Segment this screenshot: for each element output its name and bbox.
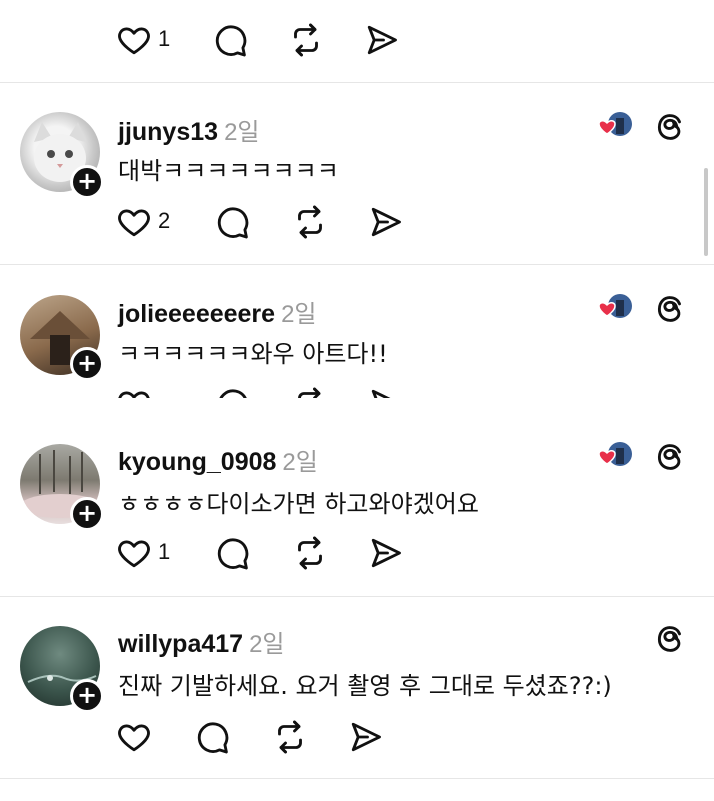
username-line: jjunys13 2일: [118, 112, 260, 147]
username-line: jolieeeeeeere 2일: [118, 294, 317, 329]
heart-icon[interactable]: [116, 535, 152, 571]
threads-logo-icon[interactable]: [655, 624, 685, 654]
threads-logo-icon[interactable]: [655, 112, 685, 142]
comment-text: ㅎㅎㅎㅎ다이소가면 하고와야겠어요: [118, 490, 479, 518]
follow-plus-icon[interactable]: +: [70, 497, 104, 531]
liked-by-author-icon: [598, 112, 632, 136]
timestamp: 2일: [281, 301, 317, 328]
send-icon[interactable]: [364, 22, 400, 58]
like-count: 2: [158, 208, 171, 233]
cutoff-seam: [0, 398, 714, 428]
liked-by-author-icon: [598, 442, 632, 466]
divider: [0, 264, 714, 265]
follow-plus-icon[interactable]: +: [70, 347, 104, 381]
comment-bubble-icon[interactable]: [214, 535, 250, 571]
username[interactable]: kyoung_0908: [118, 448, 276, 476]
comment-bubble-icon[interactable]: [212, 22, 248, 58]
divider: [0, 596, 714, 597]
repost-icon[interactable]: [288, 22, 324, 58]
timestamp: 2일: [282, 449, 318, 476]
send-icon[interactable]: [368, 204, 404, 240]
heart-icon[interactable]: [116, 204, 152, 240]
comment-actions: [116, 719, 416, 759]
comment-actions: 1: [116, 535, 416, 575]
comment-actions: 2: [116, 204, 416, 244]
username[interactable]: jolieeeeeeere: [118, 300, 275, 328]
post-actions: 1: [116, 22, 416, 62]
send-icon[interactable]: [348, 719, 384, 755]
username[interactable]: jjunys13: [118, 118, 218, 146]
divider: [0, 778, 714, 779]
follow-plus-icon[interactable]: +: [70, 679, 104, 713]
username-line: kyoung_0908 2일: [118, 442, 318, 477]
heart-icon[interactable]: [116, 719, 152, 755]
comment-bubble-icon[interactable]: [214, 204, 250, 240]
comment-text: ㅋㅋㅋㅋㅋㅋ와우 아트다!!: [118, 340, 388, 368]
divider: [0, 82, 714, 83]
timestamp: 2일: [224, 119, 260, 146]
follow-plus-icon[interactable]: +: [70, 165, 104, 199]
like-count: 1: [158, 539, 171, 564]
comment-text: 진짜 기발하세요. 요거 촬영 후 그대로 두셨죠??:): [118, 672, 612, 700]
send-icon[interactable]: [368, 535, 404, 571]
threads-logo-icon[interactable]: [655, 294, 685, 324]
repost-icon[interactable]: [292, 204, 328, 240]
repost-icon[interactable]: [272, 719, 308, 755]
repost-icon[interactable]: [292, 535, 328, 571]
scrollbar[interactable]: [704, 168, 708, 256]
timestamp: 2일: [249, 631, 285, 658]
username[interactable]: willypa417: [118, 630, 243, 658]
like-count: 1: [158, 26, 171, 51]
comment-bubble-icon[interactable]: [194, 719, 230, 755]
comment-text: 대박ㅋㅋㅋㅋㅋㅋㅋㅋ: [118, 157, 339, 185]
liked-by-author-icon: [598, 294, 632, 318]
threads-logo-icon[interactable]: [655, 442, 685, 472]
heart-icon[interactable]: [116, 22, 152, 58]
username-line: willypa417 2일: [118, 624, 285, 659]
